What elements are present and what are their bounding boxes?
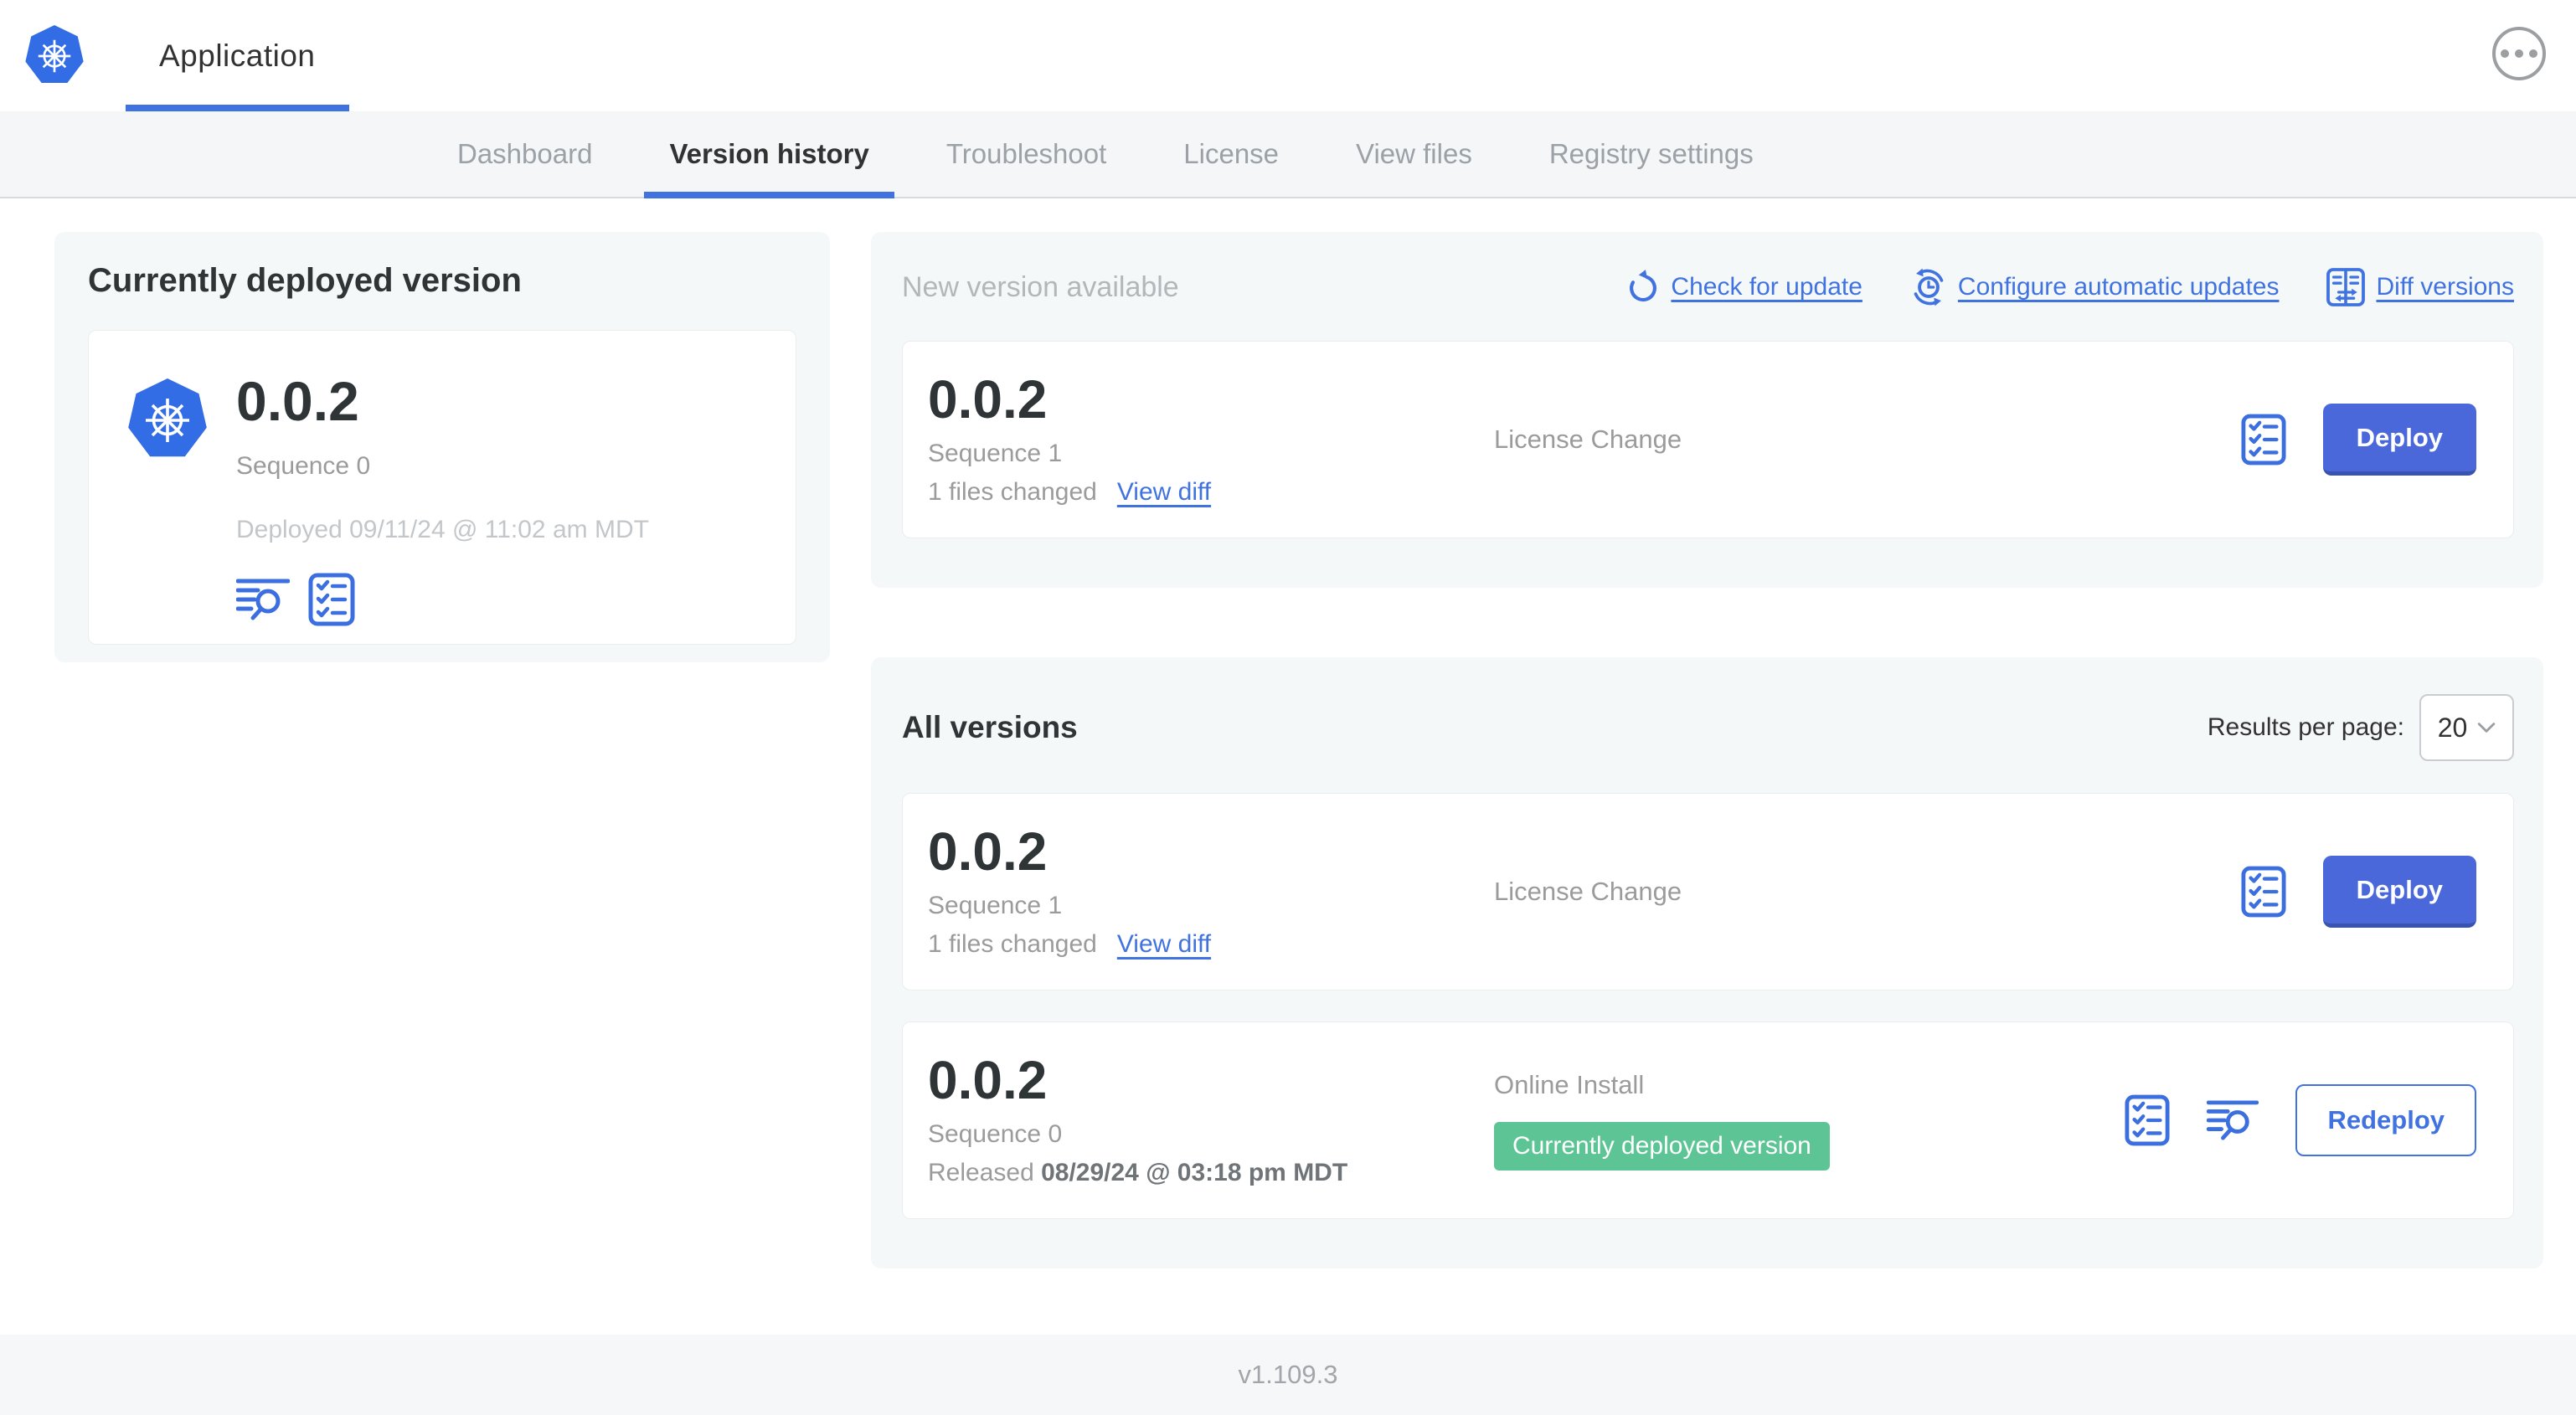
files-changed-label: 1 files changed — [928, 478, 1097, 506]
version-sequence: Sequence 0 — [928, 1120, 1063, 1148]
diff-icon — [2326, 267, 2366, 307]
deploy-button[interactable]: Deploy — [2322, 856, 2476, 928]
schedule-icon — [1909, 268, 1948, 306]
chevron-down-icon — [2477, 722, 2496, 733]
main-content: Currently deployed version 0.0.2 Sequenc… — [0, 198, 2576, 1268]
tab-version-history[interactable]: Version history — [644, 111, 894, 198]
results-per-page-label: Results per page: — [2207, 713, 2404, 741]
version-source-label: License Change — [1494, 424, 1682, 454]
current-version-number: 0.0.2 — [236, 370, 359, 432]
footer: v1.109.3 — [0, 1335, 2576, 1415]
redeploy-button[interactable]: Redeploy — [2295, 1084, 2476, 1156]
new-version-panel: New version available Check for update C… — [871, 232, 2543, 588]
results-per-page-select[interactable]: 20 — [2419, 694, 2514, 761]
ellipsis-icon — [2501, 49, 2509, 58]
version-row: 0.0.2 Sequence 0 Released 08/29/24 @ 03:… — [902, 1021, 2514, 1219]
preflight-checks-icon[interactable] — [308, 573, 355, 626]
preflight-checks-icon[interactable] — [2241, 414, 2286, 466]
version-number: 0.0.2 — [928, 1050, 1048, 1110]
refresh-icon — [1625, 269, 1661, 306]
diff-versions-link[interactable]: Diff versions — [2326, 267, 2514, 307]
new-version-heading: New version available — [902, 270, 1179, 303]
version-sequence: Sequence 1 — [928, 440, 1063, 467]
view-diff-link[interactable]: View diff — [1117, 478, 1211, 507]
tab-license[interactable]: License — [1158, 111, 1304, 197]
current-deployed-timestamp: Deployed 09/11/24 @ 11:02 am MDT — [236, 516, 649, 544]
currently-deployed-title: Currently deployed version — [88, 262, 522, 299]
currently-deployed-card: 0.0.2 Sequence 0 Deployed 09/11/24 @ 11:… — [88, 330, 796, 645]
view-diff-link[interactable]: View diff — [1117, 930, 1211, 959]
released-timestamp: Released 08/29/24 @ 03:18 pm MDT — [928, 1159, 1348, 1186]
new-version-row: 0.0.2 Sequence 1 1 files changed View di… — [902, 341, 2514, 538]
version-source-label: License Change — [1494, 877, 1682, 906]
tab-troubleshoot[interactable]: Troubleshoot — [921, 111, 1131, 197]
view-logs-icon[interactable] — [2207, 1099, 2259, 1141]
console-version-label: v1.109.3 — [1238, 1360, 1338, 1389]
version-number: 0.0.2 — [928, 821, 1048, 882]
preflight-checks-icon[interactable] — [2125, 1094, 2170, 1146]
deploy-button[interactable]: Deploy — [2322, 404, 2476, 476]
version-source-label: Online Install — [1494, 1070, 1645, 1099]
app-tab-active-underline — [126, 105, 349, 111]
files-changed-label: 1 files changed — [928, 930, 1097, 958]
app-tab-label: Application — [159, 38, 316, 73]
app-icon — [126, 376, 209, 465]
configure-automatic-updates-link[interactable]: Configure automatic updates — [1909, 268, 2279, 306]
version-row: 0.0.2 Sequence 1 1 files changed View di… — [902, 793, 2514, 990]
active-tab-underline — [644, 192, 894, 198]
preflight-checks-icon[interactable] — [2241, 866, 2286, 918]
all-versions-title: All versions — [902, 710, 1078, 744]
overflow-menu-button[interactable] — [2492, 27, 2546, 80]
currently-deployed-badge: Currently deployed version — [1494, 1122, 1830, 1171]
page-tabs: Dashboard Version history Troubleshoot L… — [0, 111, 2576, 198]
currently-deployed-panel: Currently deployed version 0.0.2 Sequenc… — [54, 232, 830, 662]
tab-registry-settings[interactable]: Registry settings — [1524, 111, 1779, 197]
app-tab[interactable]: Application — [126, 0, 349, 111]
version-sequence: Sequence 1 — [928, 892, 1063, 919]
check-for-update-link[interactable]: Check for update — [1625, 269, 1862, 306]
top-header: Application — [0, 0, 2576, 111]
kubernetes-logo-icon — [23, 23, 85, 90]
version-number: 0.0.2 — [928, 369, 1048, 430]
current-sequence: Sequence 0 — [236, 452, 371, 481]
tab-dashboard[interactable]: Dashboard — [432, 111, 617, 197]
app-screen: Application Dashboard Version history Tr… — [0, 0, 2576, 1415]
all-versions-panel: All versions Results per page: 20 0.0.2 … — [871, 657, 2543, 1268]
view-logs-icon[interactable] — [236, 578, 290, 621]
tab-view-files[interactable]: View files — [1331, 111, 1497, 197]
